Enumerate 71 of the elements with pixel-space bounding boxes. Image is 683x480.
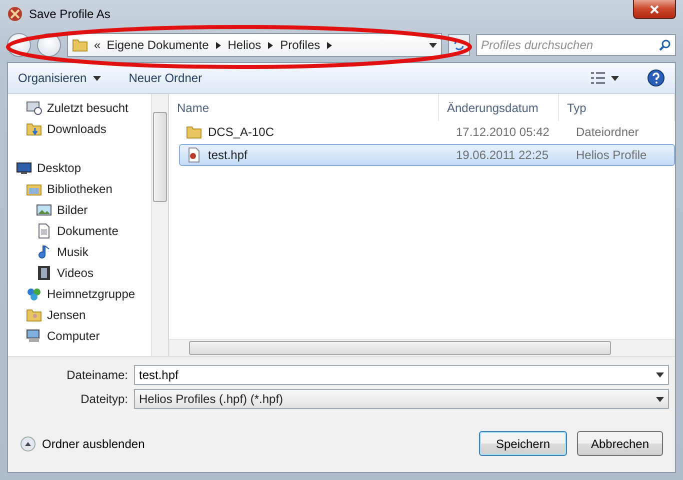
sidebar-item[interactable]: Videos bbox=[57, 266, 94, 280]
filetype-dropdown[interactable]: Helios Profiles (.hpf) (*.hpf) bbox=[134, 389, 669, 409]
search-icon bbox=[659, 39, 671, 51]
user-folder-icon bbox=[26, 306, 42, 322]
folder-icon bbox=[186, 124, 202, 140]
monitor-icon bbox=[16, 160, 32, 176]
sidebar-item[interactable]: Dokumente bbox=[57, 224, 118, 238]
new-folder-button[interactable]: Neuer Ordner bbox=[128, 71, 202, 85]
computer-icon bbox=[26, 328, 42, 344]
breadcrumb[interactable]: Eigene Dokumente bbox=[106, 38, 209, 52]
horizontal-scrollbar[interactable] bbox=[169, 339, 675, 356]
file-name: test.hpf bbox=[208, 148, 248, 162]
computer-clock-icon bbox=[26, 100, 42, 116]
sidebar-item[interactable]: Musik bbox=[57, 244, 88, 258]
type-cell-text: Helios Profile bbox=[575, 147, 648, 164]
sidebar-item[interactable]: Zuletzt besucht bbox=[47, 100, 128, 114]
view-button[interactable] bbox=[591, 72, 619, 84]
app-icon bbox=[7, 6, 23, 22]
file-name: DCS_A-10C bbox=[208, 125, 274, 139]
dropdown-arrow-icon bbox=[92, 76, 101, 80]
chevron-icon bbox=[214, 42, 222, 48]
homegroup-icon bbox=[26, 286, 42, 302]
sidebar-item[interactable]: Bibliotheken bbox=[47, 182, 112, 196]
file-row[interactable]: DCS_A-10C 17.12.2010 05:42 Dateiordner bbox=[179, 121, 675, 143]
sidebar-item[interactable]: Downloads bbox=[47, 122, 106, 136]
help-icon bbox=[647, 69, 665, 87]
window-title: Save Profile As bbox=[29, 7, 110, 21]
hide-folders-button[interactable]: Ordner ausblenden bbox=[20, 436, 145, 452]
picture-icon bbox=[36, 202, 52, 218]
dialog-button[interactable]: Speichern bbox=[479, 431, 567, 456]
organize-menu[interactable]: Organisieren bbox=[18, 71, 101, 85]
column-header[interactable]: Änderungsdatum bbox=[439, 94, 559, 121]
music-note-icon bbox=[36, 244, 52, 260]
dropdown-arrow-icon bbox=[656, 372, 664, 378]
film-icon bbox=[36, 264, 52, 280]
date-cell-text: 17.12.2010 05:42 bbox=[455, 124, 550, 141]
folder-icon bbox=[72, 37, 88, 53]
dropdown-arrow-icon bbox=[429, 42, 437, 48]
filename-field[interactable]: test.hpf bbox=[134, 365, 669, 385]
help-button[interactable] bbox=[647, 69, 665, 87]
file-icon bbox=[186, 147, 202, 163]
sidebar-item[interactable]: Bilder bbox=[57, 202, 88, 216]
type-cell-text: Dateiordner bbox=[575, 124, 640, 141]
folder-arrow-icon bbox=[26, 120, 42, 136]
chevron-up-icon bbox=[20, 436, 36, 452]
close-button[interactable] bbox=[633, 0, 676, 19]
address-bar[interactable]: « Eigene Dokumente Helios Profiles bbox=[67, 33, 442, 57]
sidebar-item[interactable]: Jensen bbox=[47, 308, 86, 322]
filetype-label: Dateityp: bbox=[80, 392, 128, 406]
sidebar-item[interactable]: Desktop bbox=[37, 160, 82, 174]
column-header[interactable]: Name bbox=[169, 94, 439, 121]
close-icon bbox=[650, 4, 659, 14]
column-header[interactable]: Typ bbox=[559, 94, 675, 121]
sidebar-item[interactable]: Heimnetzgruppe bbox=[47, 286, 136, 300]
overflow-chevron[interactable]: « bbox=[94, 38, 101, 52]
refresh-icon bbox=[453, 39, 465, 51]
document-icon bbox=[36, 222, 52, 238]
chevron-icon bbox=[326, 42, 334, 48]
sidebar-item[interactable]: Computer bbox=[47, 328, 100, 342]
filename-label: Dateiname: bbox=[66, 368, 128, 382]
chevron-icon bbox=[267, 42, 274, 48]
list-view-icon bbox=[591, 72, 605, 84]
breadcrumb[interactable]: Profiles bbox=[280, 38, 320, 52]
dialog-button[interactable]: Abbrechen bbox=[577, 431, 663, 456]
vertical-scrollbar[interactable] bbox=[151, 94, 168, 356]
breadcrumb[interactable]: Helios bbox=[228, 38, 262, 52]
search-field[interactable]: Profiles durchsuchen bbox=[476, 34, 676, 56]
dropdown-arrow-icon bbox=[611, 76, 619, 80]
file-row[interactable]: test.hpf 19.06.2011 22:25 Helios Profile bbox=[179, 144, 675, 166]
dropdown-arrow-icon bbox=[656, 396, 664, 402]
date-cell-text: 19.06.2011 22:25 bbox=[455, 147, 550, 164]
